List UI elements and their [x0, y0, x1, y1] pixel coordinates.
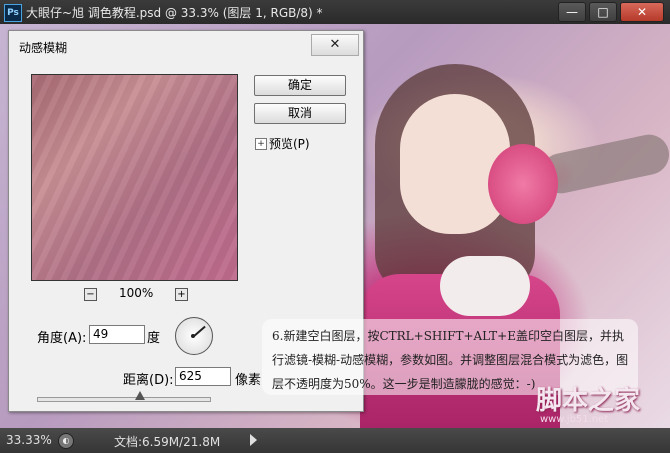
window-title: 大眼仔~旭 调色教程.psd @ 33.3% (图层 1, RGB/8) * [26, 6, 323, 20]
window-close-button[interactable]: ✕ [620, 2, 664, 22]
minimize-button[interactable]: — [558, 2, 586, 22]
photo-earmuff [488, 144, 558, 224]
status-document-size: 文档:6.59M/21.8M [114, 435, 221, 449]
distance-slider-track[interactable] [37, 397, 211, 402]
angle-dial-center [191, 334, 195, 338]
distance-unit: 像素 [235, 373, 262, 388]
distance-label: 距离(D): [123, 373, 174, 388]
distance-input[interactable] [175, 367, 231, 386]
window-title-bar: Ps 大眼仔~旭 调色教程.psd @ 33.3% (图层 1, RGB/8) … [0, 0, 670, 24]
photoshop-logo-icon: Ps [4, 4, 22, 22]
angle-label: 角度(A): [37, 331, 87, 346]
status-zoom[interactable]: 33.33% [6, 433, 52, 447]
maximize-button[interactable]: □ [589, 2, 617, 22]
preview-checkbox[interactable]: + [255, 138, 267, 150]
angle-unit: 度 [147, 331, 161, 346]
angle-input[interactable] [89, 325, 145, 344]
status-menu-arrow-icon[interactable] [250, 434, 257, 446]
zoom-in-button[interactable]: + [175, 288, 188, 301]
zoom-out-button[interactable]: − [84, 288, 97, 301]
site-watermark: 脚本之家 [536, 386, 641, 416]
status-bar: 33.33% ◐ 文档:6.59M/21.8M [0, 428, 670, 453]
blur-preview-area[interactable] [31, 74, 238, 281]
preview-zoom-value: 100% [119, 286, 154, 300]
cancel-button[interactable]: 取消 [254, 103, 346, 124]
site-watermark-url: www.jb51.net [540, 414, 609, 425]
status-options-icon[interactable]: ◐ [58, 433, 74, 449]
preview-checkbox-label: 预览(P) [269, 137, 310, 151]
photo-fur-collar [440, 256, 530, 316]
dialog-close-button[interactable]: ✕ [311, 34, 359, 56]
ok-button[interactable]: 确定 [254, 75, 346, 96]
dialog-title: 动感模糊 [19, 41, 68, 55]
distance-slider-thumb[interactable] [135, 391, 146, 400]
